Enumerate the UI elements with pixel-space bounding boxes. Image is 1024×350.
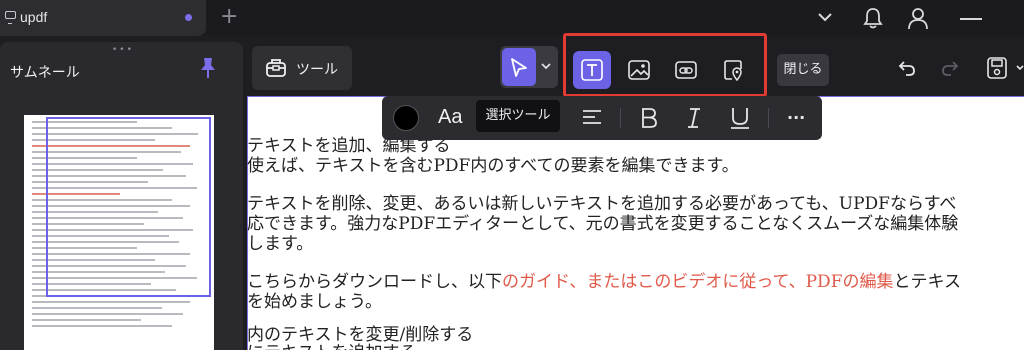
- new-tab-button[interactable]: +: [220, 5, 238, 29]
- select-tool-active[interactable]: [502, 48, 536, 86]
- underline-icon[interactable]: [729, 106, 751, 130]
- minimize-icon[interactable]: [960, 18, 982, 20]
- doc-text: とテキス: [893, 272, 961, 292]
- add-geo-button[interactable]: [714, 51, 752, 89]
- tools-button[interactable]: ツール: [252, 46, 352, 90]
- cursor-icon: [511, 58, 527, 77]
- panel-title: サムネール: [10, 65, 80, 81]
- page-thumbnail[interactable]: [24, 115, 214, 350]
- undo-icon[interactable]: [897, 58, 917, 78]
- unsaved-dot: [185, 14, 192, 21]
- add-image-button[interactable]: [620, 51, 658, 89]
- thumbnail-selection: [46, 117, 211, 297]
- tools-label: ツール: [296, 62, 338, 78]
- select-tool-tooltip: 選択ツール: [476, 100, 560, 132]
- italic-icon[interactable]: [684, 106, 704, 130]
- bell-icon[interactable]: [862, 6, 884, 30]
- image-icon: [628, 60, 650, 80]
- doc-line[interactable]: にテキストを追加する: [247, 338, 417, 350]
- app-window: updf + ••• サムネール ツール 閉じる テキストを追加、編集する 使え…: [0, 0, 1024, 350]
- redo-icon[interactable]: [940, 58, 960, 78]
- chevron-down-icon[interactable]: [540, 62, 552, 70]
- doc-line[interactable]: 使えば、テキストを含むPDF内のすべての要素を編集できます。: [247, 151, 739, 176]
- guide-link[interactable]: のガイド、またはこのビデオに従って、PDFの編集: [502, 272, 893, 292]
- separator: [620, 108, 621, 128]
- close-edit-button[interactable]: 閉じる: [777, 54, 829, 86]
- title-bar: updf +: [0, 0, 1024, 36]
- doc-line[interactable]: を始めましょう。: [247, 287, 382, 312]
- link-icon: [675, 61, 697, 79]
- pin-icon[interactable]: [198, 56, 218, 80]
- text-color-picker[interactable]: [393, 105, 419, 131]
- text-icon: [581, 59, 603, 81]
- chevron-down-icon[interactable]: [817, 12, 833, 22]
- add-link-button[interactable]: [667, 51, 705, 89]
- font-button[interactable]: Aa: [438, 106, 462, 129]
- text-format-bar: Aa ···: [382, 96, 822, 140]
- doc-line[interactable]: します。: [247, 229, 313, 254]
- bold-icon[interactable]: [639, 106, 659, 130]
- align-icon[interactable]: [582, 106, 602, 128]
- chevron-down-icon[interactable]: [1016, 64, 1024, 72]
- geo-icon: [724, 60, 742, 81]
- tab-title: updf: [20, 9, 48, 25]
- save-icon[interactable]: [986, 56, 1008, 80]
- doc-line[interactable]: 応できます。強力なPDFエディターとして、元の書式を変更することなくスムーズな編…: [247, 209, 958, 234]
- more-options-button[interactable]: ···: [787, 108, 805, 127]
- separator: [768, 108, 769, 128]
- toolbox-icon: [266, 59, 286, 77]
- document-tab[interactable]: updf: [0, 0, 206, 36]
- add-text-button[interactable]: [573, 51, 611, 89]
- monitor-icon: [5, 11, 16, 24]
- thumbnail-panel: ••• サムネール: [0, 42, 243, 350]
- panel-grip[interactable]: •••: [112, 45, 134, 55]
- select-tool-button[interactable]: [500, 46, 558, 88]
- user-icon[interactable]: [907, 6, 929, 30]
